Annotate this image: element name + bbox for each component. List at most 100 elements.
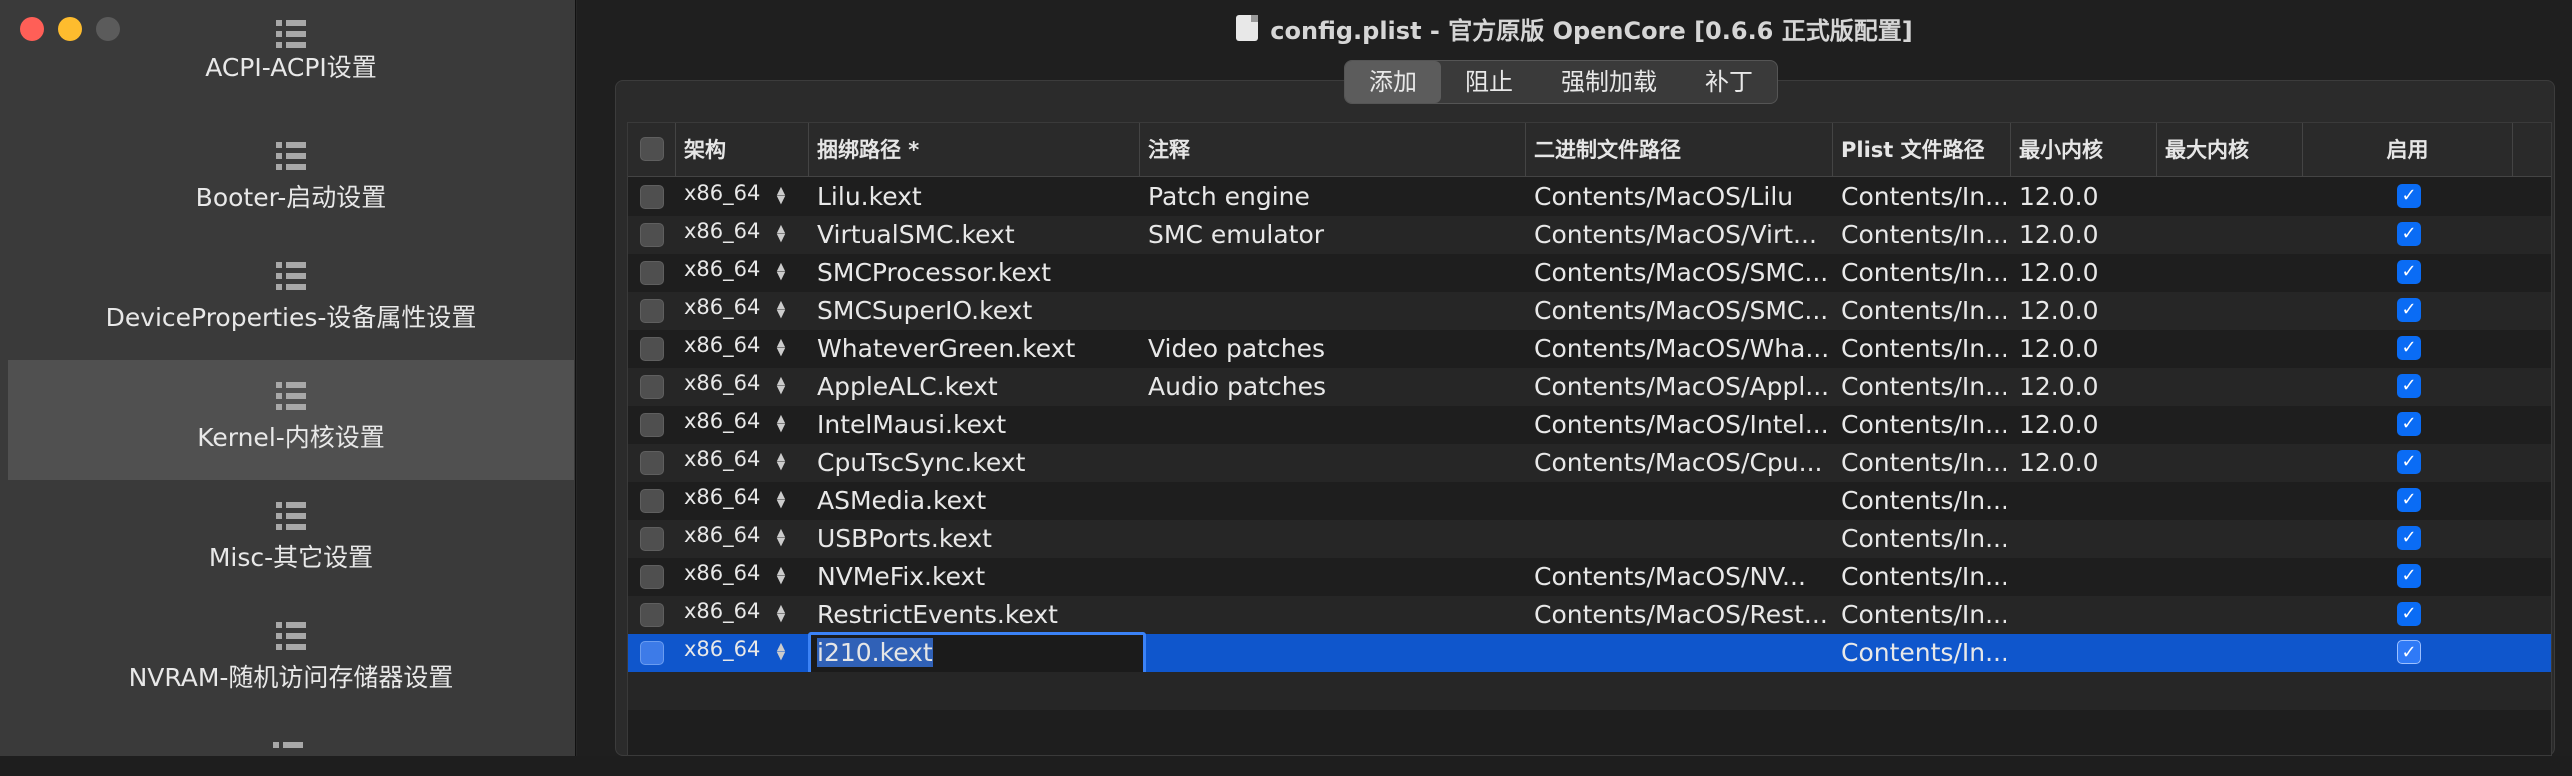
binary-path-cell[interactable]: Contents/MacOS/SMC... bbox=[1534, 292, 1830, 330]
min-kernel-cell[interactable]: 12.0.0 bbox=[2019, 330, 2159, 368]
row-select-checkbox[interactable] bbox=[640, 489, 664, 513]
arch-select[interactable]: x86_64 bbox=[684, 406, 764, 444]
row-select-checkbox[interactable] bbox=[640, 527, 664, 551]
binary-path-cell[interactable]: Contents/MacOS/Lilu bbox=[1534, 178, 1830, 216]
arch-select[interactable]: x86_64 bbox=[684, 330, 764, 368]
binary-path-cell[interactable] bbox=[1534, 482, 1830, 520]
row-select-checkbox[interactable] bbox=[640, 299, 664, 323]
enabled-checkbox[interactable]: ✓ bbox=[2397, 336, 2421, 360]
table-row[interactable]: x86_64 ▲ ▼ VirtualSMC.kext SMC emulator Conte… bbox=[628, 216, 2551, 254]
min-kernel-cell[interactable] bbox=[2019, 596, 2159, 634]
arch-stepper-icon[interactable]: ▲ ▼ bbox=[776, 337, 786, 358]
bundle-path-cell[interactable]: SMCProcessor.kext bbox=[817, 254, 1137, 292]
arch-select[interactable]: x86_64 bbox=[684, 558, 764, 596]
max-kernel-cell[interactable] bbox=[2165, 558, 2305, 596]
arch-stepper-icon[interactable]: ▲ ▼ bbox=[776, 375, 786, 396]
max-kernel-cell[interactable] bbox=[2165, 330, 2305, 368]
table-row[interactable]: x86_64 ▲ ▼ RestrictEvents.kext Contents/MacO… bbox=[628, 596, 2551, 634]
plist-path-cell[interactable]: Contents/In... bbox=[1841, 330, 2006, 368]
arch-select[interactable]: x86_64 bbox=[684, 292, 764, 330]
binary-path-cell[interactable] bbox=[1534, 634, 1830, 672]
row-select-checkbox[interactable] bbox=[640, 223, 664, 247]
row-select-checkbox[interactable] bbox=[640, 261, 664, 285]
table-row[interactable]: x86_64 ▲ ▼ CpuTscSync.kext Contents/MacOS/Cp… bbox=[628, 444, 2551, 482]
plist-path-cell[interactable]: Contents/In... bbox=[1841, 368, 2006, 406]
bundle-path-cell[interactable]: RestrictEvents.kext bbox=[817, 596, 1137, 634]
tab-2[interactable]: 强制加载 bbox=[1537, 61, 1681, 103]
arch-select[interactable]: x86_64 bbox=[684, 254, 764, 292]
binary-path-cell[interactable]: Contents/MacOS/Intel... bbox=[1534, 406, 1830, 444]
binary-path-cell[interactable]: Contents/MacOS/SMC... bbox=[1534, 254, 1830, 292]
plist-path-cell[interactable]: Contents/In... bbox=[1841, 254, 2006, 292]
binary-path-cell[interactable]: Contents/MacOS/Wha... bbox=[1534, 330, 1830, 368]
column-header-comment[interactable]: 注释 bbox=[1140, 123, 1526, 177]
max-kernel-cell[interactable] bbox=[2165, 368, 2305, 406]
max-kernel-cell[interactable] bbox=[2165, 178, 2305, 216]
table-row[interactable]: x86_64 ▲ ▼ AppleALC.kext Audio patches Conten… bbox=[628, 368, 2551, 406]
enabled-checkbox[interactable]: ✓ bbox=[2397, 412, 2421, 436]
table-row[interactable]: x86_64 ▲ ▼ i210.kext Contents/In... ✓ bbox=[628, 632, 2551, 676]
enabled-checkbox[interactable]: ✓ bbox=[2397, 640, 2421, 664]
arch-select[interactable]: x86_64 bbox=[684, 178, 764, 216]
binary-path-cell[interactable]: Contents/MacOS/Appl... bbox=[1534, 368, 1830, 406]
row-select-checkbox[interactable] bbox=[640, 337, 664, 361]
sidebar-item[interactable]: ACPI-ACPI设置 bbox=[8, 0, 574, 110]
arch-stepper-icon[interactable]: ▲ ▼ bbox=[776, 223, 786, 244]
min-kernel-cell[interactable] bbox=[2019, 482, 2159, 520]
plist-path-cell[interactable]: Contents/In... bbox=[1841, 444, 2006, 482]
comment-cell[interactable] bbox=[1148, 596, 1518, 634]
max-kernel-cell[interactable] bbox=[2165, 444, 2305, 482]
comment-cell[interactable] bbox=[1148, 444, 1518, 482]
min-kernel-cell[interactable]: 12.0.0 bbox=[2019, 216, 2159, 254]
comment-cell[interactable] bbox=[1148, 406, 1518, 444]
enabled-checkbox[interactable]: ✓ bbox=[2397, 298, 2421, 322]
comment-cell[interactable]: SMC emulator bbox=[1148, 216, 1518, 254]
sidebar-item[interactable]: DeviceProperties-设备属性设置 bbox=[8, 240, 574, 360]
bundle-path-cell[interactable]: Lilu.kext bbox=[817, 178, 1137, 216]
table-row[interactable]: x86_64 ▲ ▼ USBPorts.kext Contents/In... ✓ bbox=[628, 520, 2551, 558]
enabled-checkbox[interactable]: ✓ bbox=[2397, 526, 2421, 550]
arch-stepper-icon[interactable]: ▲ ▼ bbox=[776, 451, 786, 472]
arch-select[interactable]: x86_64 bbox=[684, 520, 764, 558]
arch-stepper-icon[interactable]: ▲ ▼ bbox=[776, 565, 786, 586]
column-header-enabled[interactable]: 启用 bbox=[2303, 123, 2513, 177]
arch-select[interactable]: x86_64 bbox=[684, 634, 764, 672]
arch-stepper-icon[interactable]: ▲ ▼ bbox=[776, 299, 786, 320]
sidebar-item[interactable]: NVRAM-随机访问存储器设置 bbox=[8, 600, 574, 720]
bundle-path-cell[interactable]: ASMedia.kext bbox=[817, 482, 1137, 520]
binary-path-cell[interactable]: Contents/MacOS/Rest... bbox=[1534, 596, 1830, 634]
enabled-checkbox[interactable]: ✓ bbox=[2397, 260, 2421, 284]
arch-select[interactable]: x86_64 bbox=[684, 444, 764, 482]
header-select-all[interactable] bbox=[628, 123, 676, 177]
enabled-checkbox[interactable]: ✓ bbox=[2397, 488, 2421, 512]
table-row[interactable]: x86_64 ▲ ▼ ASMedia.kext Contents/In... ✓ bbox=[628, 482, 2551, 520]
row-select-checkbox[interactable] bbox=[640, 641, 664, 665]
max-kernel-cell[interactable] bbox=[2165, 520, 2305, 558]
enabled-checkbox[interactable]: ✓ bbox=[2397, 450, 2421, 474]
arch-select[interactable]: x86_64 bbox=[684, 596, 764, 634]
select-all-checkbox[interactable] bbox=[640, 137, 664, 161]
bundle-path-cell[interactable]: WhateverGreen.kext bbox=[817, 330, 1137, 368]
bundle-path-cell[interactable]: USBPorts.kext bbox=[817, 520, 1137, 558]
row-select-checkbox[interactable] bbox=[640, 413, 664, 437]
sidebar-item[interactable]: Booter-启动设置 bbox=[8, 120, 574, 240]
tab-1[interactable]: 阻止 bbox=[1441, 61, 1537, 103]
min-kernel-cell[interactable]: 12.0.0 bbox=[2019, 444, 2159, 482]
tab-3[interactable]: 补丁 bbox=[1681, 61, 1777, 103]
bundle-path-cell[interactable]: SMCSuperIO.kext bbox=[817, 292, 1137, 330]
arch-select[interactable]: x86_64 bbox=[684, 216, 764, 254]
plist-path-cell[interactable]: Contents/In... bbox=[1841, 482, 2006, 520]
comment-cell[interactable]: Video patches bbox=[1148, 330, 1518, 368]
row-select-checkbox[interactable] bbox=[640, 375, 664, 399]
table-row[interactable]: x86_64 ▲ ▼ NVMeFix.kext Contents/MacOS/NV...… bbox=[628, 558, 2551, 596]
arch-stepper-icon[interactable]: ▲ ▼ bbox=[776, 413, 786, 434]
min-kernel-cell[interactable] bbox=[2019, 520, 2159, 558]
column-header-max-kernel[interactable]: 最大内核 bbox=[2157, 123, 2303, 177]
bundle-path-cell[interactable]: VirtualSMC.kext bbox=[817, 216, 1137, 254]
plist-path-cell[interactable]: Contents/In... bbox=[1841, 596, 2006, 634]
column-header-min-kernel[interactable]: 最小内核 bbox=[2011, 123, 2157, 177]
comment-cell[interactable] bbox=[1148, 254, 1518, 292]
arch-stepper-icon[interactable]: ▲ ▼ bbox=[776, 261, 786, 282]
bundle-path-cell[interactable]: AppleALC.kext bbox=[817, 368, 1137, 406]
enabled-checkbox[interactable]: ✓ bbox=[2397, 222, 2421, 246]
